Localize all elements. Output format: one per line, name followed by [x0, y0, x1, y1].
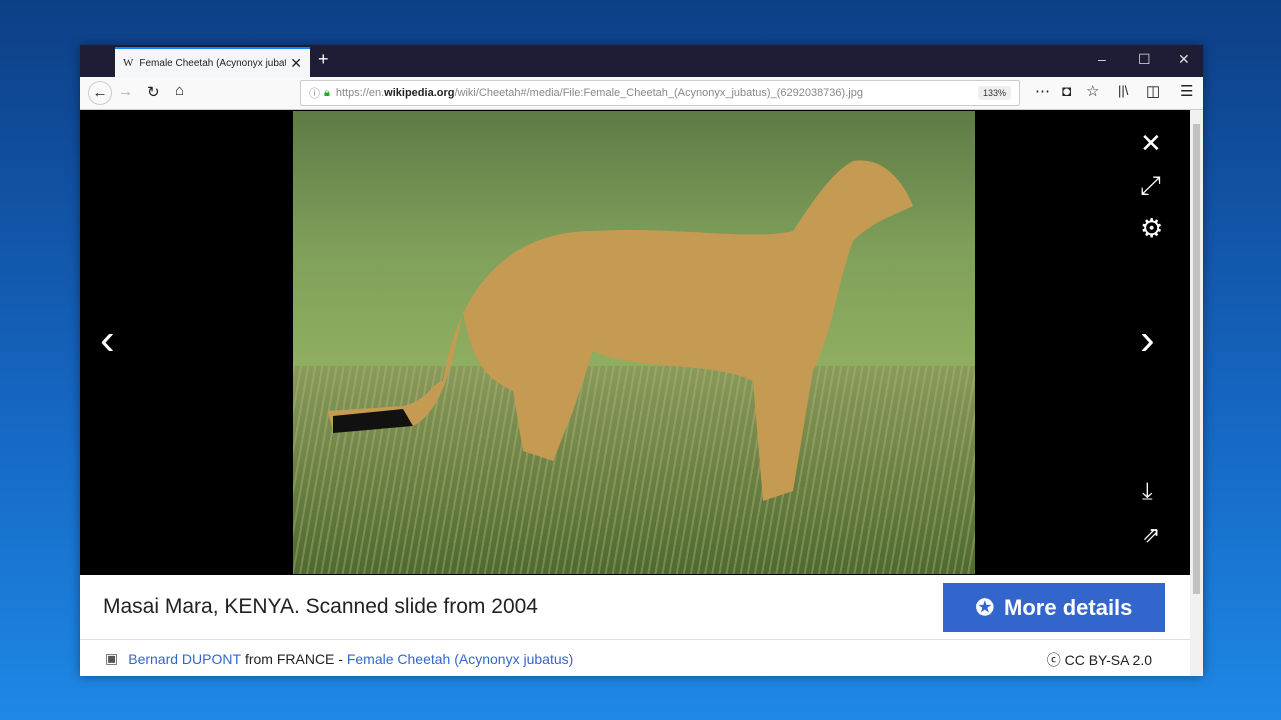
fullscreen-icon[interactable]: ⤢: [1140, 170, 1161, 202]
more-details-label: More details: [1004, 594, 1133, 620]
image-caption: Masai Mara, KENYA. Scanned slide from 20…: [103, 595, 538, 618]
tab-title: Female Cheetah (Acynonyx jubatus): [139, 57, 287, 69]
scrollbar[interactable]: [1190, 110, 1203, 676]
url-prefix: https://en.: [335, 87, 385, 99]
author-link[interactable]: Bernard DUPONT: [128, 651, 241, 667]
info-icon[interactable]: ⓘ: [309, 85, 320, 101]
author-icon: ▣: [105, 650, 119, 666]
author-origin: from FRANCE -: [244, 650, 347, 667]
tab-bar: W Female Cheetah (Acynonyx jubatus) ✕ + …: [80, 45, 1203, 77]
download-icon[interactable]: ⤓: [1142, 478, 1153, 506]
zoom-level[interactable]: 133%: [977, 86, 1011, 100]
minimize-button[interactable]: –: [1098, 51, 1106, 67]
forward-button[interactable]: →: [118, 83, 133, 100]
file-title-link[interactable]: Female Cheetah (Acynonyx jubatus): [347, 651, 573, 667]
license-link[interactable]: ⓒ CC BY-SA 2.0: [1047, 650, 1152, 670]
next-image-button[interactable]: ›: [1140, 315, 1155, 365]
commons-logo-icon: ✪: [975, 594, 995, 620]
lock-icon: 🔒︎: [324, 86, 330, 99]
close-window-button[interactable]: ✕: [1178, 51, 1190, 68]
sidebar-icon[interactable]: ◫: [1146, 82, 1160, 100]
scrollbar-thumb[interactable]: [1193, 124, 1200, 594]
back-button[interactable]: ←: [88, 81, 112, 105]
reload-button[interactable]: ↻: [147, 83, 160, 101]
menu-icon[interactable]: ☰: [1180, 82, 1193, 100]
url-domain: wikipedia.org: [384, 87, 455, 99]
image-caption-bar: Masai Mara, KENYA. Scanned slide from 20…: [80, 575, 1190, 640]
wikipedia-favicon: W: [123, 57, 134, 69]
bookmark-star-icon[interactable]: ☆: [1086, 82, 1099, 100]
browser-window: W Female Cheetah (Acynonyx jubatus) ✕ + …: [80, 45, 1203, 676]
new-tab-button[interactable]: +: [318, 49, 329, 70]
settings-gear-icon[interactable]: ⚙: [1140, 213, 1163, 244]
nav-bar: ← → ↻ ⌂ ⓘ 🔒︎ https://en. wikipedia.org/wi…: [80, 77, 1203, 110]
license-label: CC BY-SA 2.0: [1064, 652, 1152, 668]
home-button[interactable]: ⌂: [175, 82, 184, 99]
library-icon[interactable]: ||\: [1118, 83, 1128, 98]
page-actions-icon[interactable]: ⋯: [1035, 82, 1050, 100]
media-viewer: ‹ › ✕ ⤢ ⚙ ⤓ ⇗: [80, 110, 1190, 575]
url-bar[interactable]: ⓘ 🔒︎ https://en. wikipedia.org/wiki/Cheet…: [300, 80, 1020, 106]
cc-icon: ⓒ: [1046, 652, 1061, 668]
pocket-icon[interactable]: ◘: [1062, 83, 1071, 100]
more-details-button[interactable]: ✪ More details: [943, 583, 1165, 632]
close-tab-icon[interactable]: ✕: [290, 55, 302, 72]
url-path: /wiki/Cheetah#/media/File:Female_Cheetah…: [454, 87, 863, 99]
maximize-button[interactable]: ☐: [1138, 51, 1151, 68]
previous-image-button[interactable]: ‹: [100, 315, 115, 365]
tab-active[interactable]: W Female Cheetah (Acynonyx jubatus) ✕: [115, 47, 310, 77]
close-viewer-icon[interactable]: ✕: [1140, 128, 1162, 159]
share-icon[interactable]: ⇗: [1142, 522, 1160, 548]
cheetah-image: [293, 111, 975, 574]
attribution-bar: ▣ Bernard DUPONT from FRANCE - Female Ch…: [80, 641, 1190, 676]
